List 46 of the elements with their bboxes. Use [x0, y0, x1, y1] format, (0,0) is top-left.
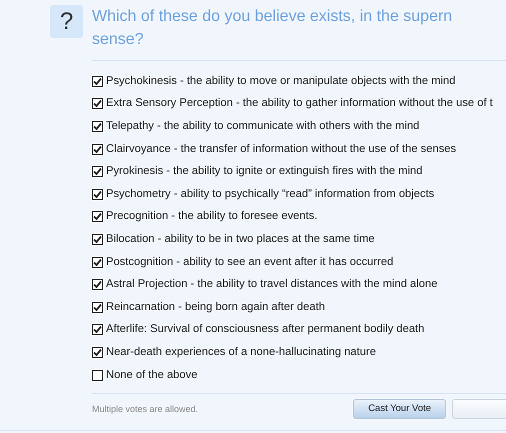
- check-icon: [93, 348, 102, 357]
- checkbox[interactable]: [92, 370, 103, 381]
- option-label[interactable]: Near-death experiences of a none-hallucinating nature: [106, 344, 376, 361]
- option-label[interactable]: Astral Projection - the ability to travel distances with the mind alone: [106, 276, 438, 294]
- check-icon: [93, 234, 102, 244]
- checkbox[interactable]: [92, 76, 103, 87]
- question-title: Which of these do you believe exists, in the supern: [92, 7, 454, 27]
- option-label[interactable]: Pyrokinesis - the ability to ignite or extinguish fires with the mind: [106, 163, 423, 180]
- vote-button[interactable]: Cast Your Vote: [353, 399, 446, 420]
- option-label[interactable]: None of the above: [106, 366, 198, 384]
- check-icon: [93, 302, 102, 312]
- checkbox[interactable]: [92, 120, 103, 132]
- checkbox[interactable]: [92, 346, 103, 358]
- check-icon: [93, 258, 102, 267]
- check-icon: [93, 280, 102, 290]
- option-label[interactable]: Extra Sensory Perception - the ability to gather information without the use of t: [106, 95, 493, 112]
- question-icon: ?: [50, 5, 83, 38]
- checkbox[interactable]: [92, 188, 103, 200]
- checkbox[interactable]: [92, 302, 103, 313]
- checkbox[interactable]: [92, 98, 103, 110]
- check-icon: [93, 144, 102, 154]
- check-icon: [93, 325, 102, 334]
- checkbox[interactable]: [92, 211, 103, 222]
- checkbox[interactable]: [92, 324, 103, 336]
- check-icon: [93, 212, 102, 222]
- question-title: sense?: [92, 30, 144, 50]
- option-label[interactable]: Psychokinesis - the ability to move or manipulate objects with the mind: [106, 72, 456, 90]
- option-label[interactable]: Postcognition - ability to see an event after it has occurred: [106, 254, 394, 270]
- option-label[interactable]: Psychometry - ability to psychically “read” information from objects: [106, 186, 434, 203]
- option-label[interactable]: Telepathy - the ability to communicate with others with the mind: [106, 118, 420, 135]
- option-label[interactable]: Precognition - the ability to foresee events.: [106, 208, 318, 226]
- option-label[interactable]: Reincarnation - being born again after death: [106, 298, 325, 316]
- check-icon: [93, 167, 102, 176]
- option-label[interactable]: Afterlife: Survival of consciousness after permanent bodily death: [106, 321, 424, 338]
- check-icon: [93, 190, 102, 199]
- check-icon: [93, 99, 102, 108]
- option-label[interactable]: Bilocation - ability to be in two places at the same time: [106, 231, 375, 248]
- votes-note: Multiple votes are allowed.: [92, 402, 200, 416]
- check-icon: [93, 122, 102, 131]
- check-icon: [93, 76, 102, 86]
- checkbox[interactable]: [92, 234, 103, 245]
- checkbox[interactable]: [92, 279, 103, 290]
- checkbox[interactable]: [92, 256, 103, 268]
- checkbox[interactable]: [92, 166, 103, 178]
- checkbox[interactable]: [92, 144, 103, 155]
- option-label[interactable]: Clairvoyance - the transfer of information without the use of the senses: [106, 140, 456, 158]
